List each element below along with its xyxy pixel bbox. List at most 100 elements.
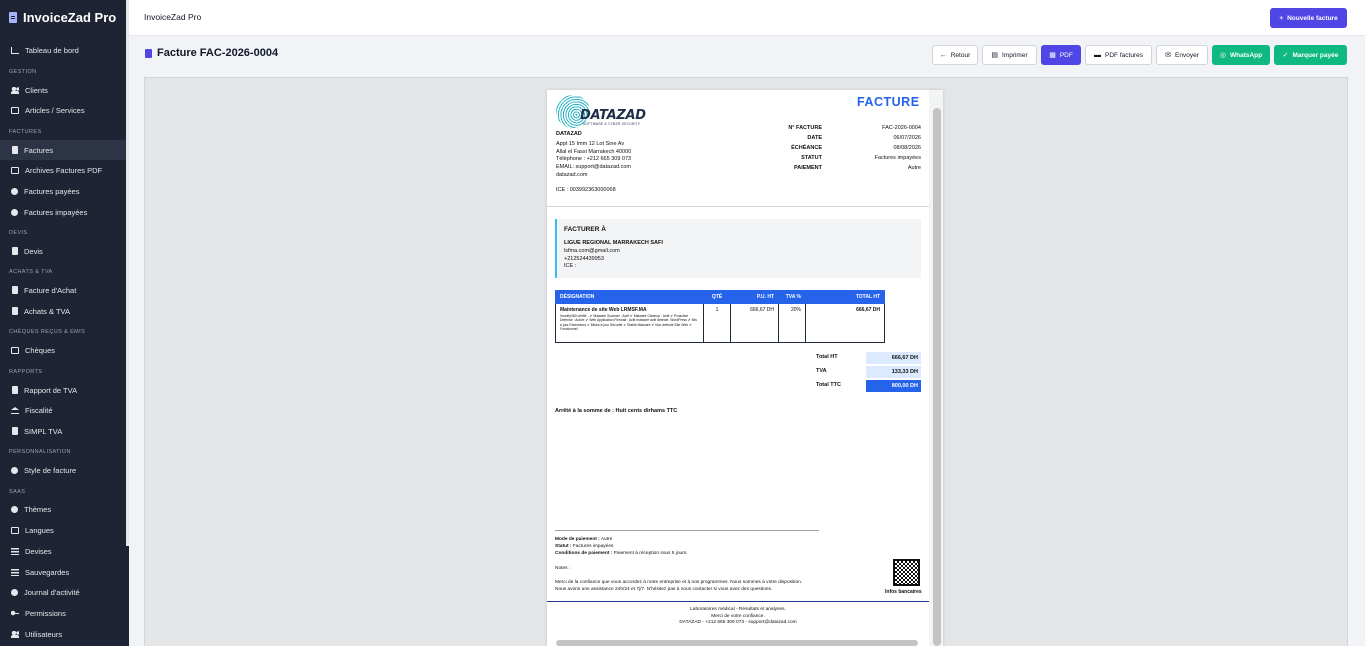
pdf-button[interactable]: ▦ PDF [1041, 45, 1081, 65]
sidebar-item-rapport-tva[interactable]: Rapport de TVA [0, 380, 126, 400]
sidebar-item-label: Thèmes [24, 504, 52, 514]
meta-label: STATUT [801, 155, 822, 161]
sidebar-item-label: Articles / Services [25, 105, 85, 115]
sidebar-item-label: Utilisateurs [25, 629, 63, 639]
print-button[interactable]: ▤ Imprimer [982, 45, 1037, 65]
new-invoice-button[interactable]: + Nouvelle facture [1270, 8, 1347, 28]
meta-label: ÉCHÉANCE [791, 145, 822, 151]
meta-label: N° FACTURE [788, 125, 822, 131]
meta-label: DATE [807, 135, 822, 141]
sidebar-item-cheques[interactable]: Chèques [0, 340, 126, 360]
brand[interactable]: InvoiceZad Pro [0, 0, 129, 34]
document-scrollbar-thumb[interactable] [933, 108, 941, 646]
chart-icon [11, 46, 19, 54]
file-invoice-icon [145, 48, 152, 58]
status-value: Factures impayées [572, 544, 614, 549]
sidebar-item-factures-payees[interactable]: Factures payées [0, 181, 126, 201]
file-import-icon [12, 286, 18, 294]
col-qty: QTÉ [703, 290, 731, 304]
meta-value: FAC-2026-0004 [882, 125, 921, 131]
sidebar-item-langues[interactable]: Langues [0, 520, 126, 540]
send-button[interactable]: ✉ Envoyer [1156, 45, 1208, 65]
bank-info-label: Infos bancaires [885, 589, 922, 595]
table-row: Maintenance de site Web LRMSF.MA Imunify… [555, 303, 885, 343]
sidebar-item-label: Style de facture [24, 465, 77, 475]
company-phone: Téléphone : +212 665 309 073 [556, 156, 632, 162]
payment-mode: Mode de paiement : Autre [555, 537, 612, 543]
signature-line [555, 530, 819, 531]
back-label: Retour [950, 51, 971, 59]
sidebar-item-articles[interactable]: Articles / Services [0, 100, 126, 120]
tva-value: 133,33 DH [866, 366, 921, 378]
client-ice: ICE : [564, 263, 577, 269]
whatsapp-label: WhatsApp [1229, 51, 1263, 59]
sidebar-item-factures-impayees[interactable]: Factures impayées [0, 202, 126, 222]
page-title-text: Facture FAC-2026-0004 [157, 47, 279, 59]
sidebar-item-style-facture[interactable]: Style de facture [0, 460, 126, 480]
total-ht-value: 666,67 DH [866, 352, 921, 364]
item-description: Imunify360 vérifié - ✔ Malware Scanner :… [560, 314, 697, 332]
sidebar-item-fiscalite[interactable]: Fiscalité [0, 400, 126, 420]
logo-tagline: SOFTWARE & CYBER SECURITY [583, 122, 641, 126]
sidebar-item-achats-tva[interactable]: Achats & TVA [0, 301, 126, 321]
archive-icon [11, 166, 19, 174]
sidebar-item-journal[interactable]: Journal d'activité [0, 582, 126, 602]
payment-mode-value: Autre [600, 537, 613, 542]
conditions-label: Conditions de paiement : [555, 551, 613, 556]
invoice-logo-icon [9, 11, 17, 23]
file-text-icon [12, 307, 18, 315]
sidebar-item-devises[interactable]: Devises [0, 541, 126, 561]
sidebar-item-devis[interactable]: Devis [0, 241, 126, 261]
total-ht-label: Total HT [816, 354, 838, 360]
sidebar-scrollbar[interactable] [126, 0, 129, 546]
database-icon [11, 568, 19, 576]
cell-tva: 20% [778, 303, 806, 343]
col-designation: DÉSIGNATION [555, 290, 704, 304]
bill-to-label: FACTURER À [564, 226, 606, 233]
meta-label: PAIEMENT [793, 165, 822, 171]
logo-name: DATAZAD [580, 108, 646, 123]
payment-mode-label: Mode de paiement : [555, 537, 600, 542]
box-icon [11, 106, 19, 114]
users-icon [11, 86, 19, 94]
sidebar-item-simpl-tva[interactable]: SIMPL TVA [0, 421, 126, 441]
sidebar-item-label: Devises [25, 546, 52, 556]
sidebar-item-permissions[interactable]: Permissions [0, 603, 126, 623]
mark-paid-button[interactable]: ✓ Marquer payée [1274, 45, 1347, 65]
sidebar-item-archives-pdf[interactable]: Archives Factures PDF [0, 160, 126, 180]
sidebar-item-facture-achat[interactable]: Facture d'Achat [0, 280, 126, 300]
language-icon [11, 526, 19, 534]
mark-paid-label: Marquer payée [1292, 51, 1339, 59]
sidebar-item-dashboard[interactable]: Tableau de bord [0, 40, 126, 60]
sidebar-item-utilisateurs[interactable]: Utilisateurs [0, 624, 126, 644]
section-rapports: RAPPORTS [9, 369, 43, 375]
check-circle-icon [11, 187, 18, 195]
document-horizontal-scrollbar[interactable] [556, 640, 918, 646]
cell-designation: Maintenance de site Web LRMSF.MA Imunify… [555, 303, 704, 343]
sidebar: InvoiceZad Pro Tableau de bord GESTION C… [0, 0, 129, 646]
whatsapp-icon: ◎ [1219, 52, 1226, 59]
pdf-invoices-button[interactable]: ▬ PDF factures [1085, 45, 1152, 65]
client-email: lsfma.com@gmail.com [564, 248, 620, 254]
whatsapp-button[interactable]: ◎ WhatsApp [1212, 45, 1270, 65]
sidebar-item-sauvegardes[interactable]: Sauvegardes [0, 562, 126, 582]
thanks-line-2: Nous avons une assistance 24h/24 et 7j/7… [555, 587, 773, 592]
sidebar-item-factures[interactable]: Factures [0, 140, 126, 160]
amount-in-words: Arrêté à la somme de : Huit cents dirham… [555, 408, 678, 414]
thanks-line-1: Merci de la confiance que vous accordez … [555, 580, 803, 585]
section-gestion: GESTION [9, 69, 37, 75]
sidebar-item-clients[interactable]: Clients [0, 80, 126, 100]
back-button[interactable]: ← Retour [932, 45, 978, 65]
sidebar-item-label: Rapport de TVA [24, 385, 78, 395]
col-tva: TVA % [778, 290, 806, 304]
sidebar-item-label: Chèques [25, 345, 56, 355]
section-devis: DEVIS [9, 230, 28, 236]
sidebar-item-themes[interactable]: Thèmes [0, 499, 126, 519]
exclamation-circle-icon [11, 208, 18, 216]
sidebar-item-label: Clients [25, 85, 48, 95]
pdf-invoices-label: PDF factures [1105, 51, 1143, 59]
palette-icon [11, 466, 18, 474]
divider [547, 206, 929, 207]
money-check-icon [11, 346, 19, 354]
page-title: Facture FAC-2026-0004 [145, 47, 278, 59]
